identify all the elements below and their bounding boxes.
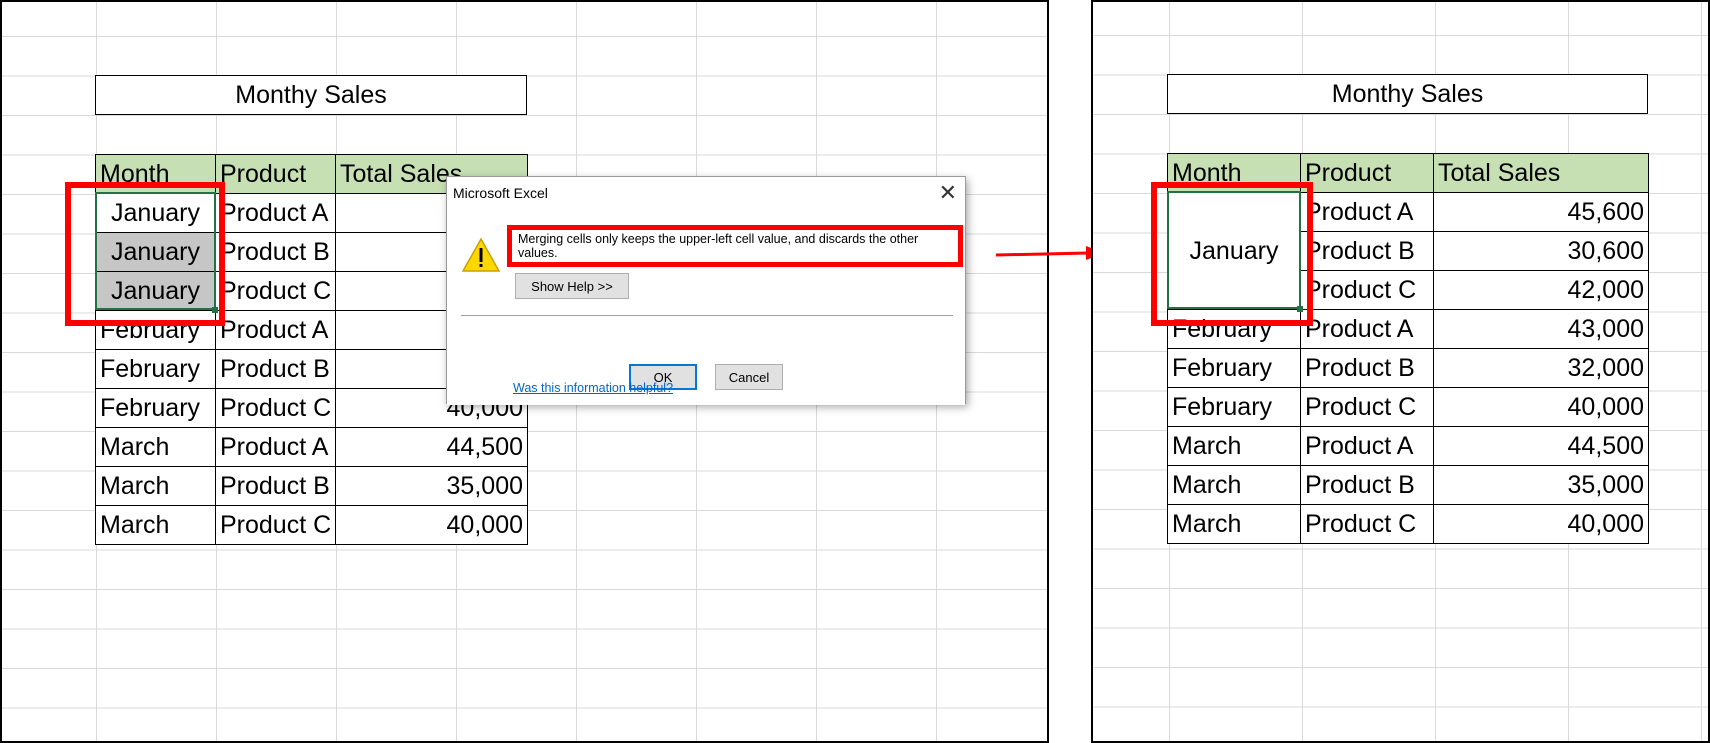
header-month[interactable]: Month <box>95 154 216 194</box>
cell-month[interactable]: February <box>1167 387 1301 427</box>
cell-product[interactable]: Product A <box>1300 309 1434 349</box>
cell-product[interactable]: Product B <box>1300 348 1434 388</box>
cell-product[interactable]: Product B <box>1300 465 1434 505</box>
cell-total-sales[interactable]: 44,500 <box>335 427 528 467</box>
cell-month[interactable]: March <box>95 427 216 467</box>
cell-product[interactable]: Product B <box>215 349 336 389</box>
cell-product[interactable]: Product C <box>1300 387 1434 427</box>
dialog-message: Merging cells only keeps the upper-left … <box>507 225 963 267</box>
cell-total-sales[interactable]: 40,000 <box>1433 504 1649 544</box>
cell-month[interactable]: January <box>95 271 216 311</box>
cell-product[interactable]: Product C <box>215 271 336 311</box>
fill-handle[interactable] <box>212 307 218 313</box>
arrow-right-icon <box>996 246 1104 260</box>
table-row: March Product A 44,500 <box>1167 426 1649 466</box>
header-product[interactable]: Product <box>215 154 336 194</box>
cell-month[interactable]: March <box>1167 426 1301 466</box>
cell-month[interactable]: February <box>95 310 216 350</box>
cell-product[interactable]: Product B <box>1300 231 1434 271</box>
cell-product[interactable]: Product A <box>215 193 336 233</box>
cell-product[interactable]: Product B <box>215 232 336 272</box>
cell-total-sales[interactable]: 32,000 <box>1433 348 1649 388</box>
cell-total-sales[interactable]: 45,600 <box>1433 192 1649 232</box>
cell-month[interactable]: March <box>1167 465 1301 505</box>
right-worksheet: Monthy Sales Month Product Total Sales J… <box>1091 0 1710 743</box>
header-total-sales[interactable]: Total Sales <box>1433 153 1649 193</box>
cell-product[interactable]: Product C <box>215 388 336 428</box>
cell-total-sales[interactable]: 40,000 <box>335 505 528 545</box>
merged-month-cell[interactable]: January <box>1167 192 1301 310</box>
help-feedback-link[interactable]: Was this information helpful? <box>513 381 673 395</box>
close-icon[interactable]: ✕ <box>939 182 957 204</box>
cell-total-sales[interactable]: 44,500 <box>1433 426 1649 466</box>
cell-month[interactable]: January <box>95 193 216 233</box>
cell-product[interactable]: Product A <box>215 310 336 350</box>
cell-month[interactable]: March <box>95 466 216 506</box>
dialog-title: Microsoft Excel <box>453 185 548 201</box>
cell-product[interactable]: Product A <box>1300 426 1434 466</box>
cell-total-sales[interactable]: 43,000 <box>1433 309 1649 349</box>
cell-total-sales[interactable]: 35,000 <box>1433 465 1649 505</box>
cell-month[interactable]: February <box>1167 309 1301 349</box>
warning-icon <box>461 237 501 272</box>
fill-handle[interactable] <box>1297 306 1303 312</box>
table-row: February Product B 32,000 <box>1167 348 1649 388</box>
cell-month[interactable]: March <box>1167 504 1301 544</box>
cell-product[interactable]: Product C <box>1300 270 1434 310</box>
cell-total-sales[interactable]: 30,600 <box>1433 231 1649 271</box>
cell-product[interactable]: Product A <box>1300 192 1434 232</box>
dialog-body: Merging cells only keeps the upper-left … <box>447 209 965 405</box>
table-row: January Product A 45,600 <box>1167 192 1649 310</box>
cell-product[interactable]: Product C <box>1300 504 1434 544</box>
cell-month[interactable]: February <box>1167 348 1301 388</box>
cancel-button[interactable]: Cancel <box>715 364 783 390</box>
cell-total-sales[interactable]: 40,000 <box>1433 387 1649 427</box>
table-row: March Product B 35,000 <box>95 466 528 506</box>
table-row: March Product C 40,000 <box>95 505 528 545</box>
show-help-button[interactable]: Show Help >> <box>515 273 629 299</box>
table-row: March Product C 40,000 <box>1167 504 1649 544</box>
dialog-titlebar: Microsoft Excel ✕ <box>447 177 965 209</box>
merge-warning-dialog: Microsoft Excel ✕ Merging cells only kee… <box>446 176 966 405</box>
sales-table: Month Product Total Sales January Produc… <box>1167 153 1649 544</box>
message-text: Merging cells only keeps the upper-left … <box>518 232 919 260</box>
sheet-title: Monthy Sales <box>1167 74 1648 114</box>
header-month[interactable]: Month <box>1167 153 1301 193</box>
cell-product[interactable]: Product B <box>215 466 336 506</box>
dialog-divider <box>461 315 953 316</box>
cell-product[interactable]: Product C <box>215 505 336 545</box>
cell-product[interactable]: Product A <box>215 427 336 467</box>
table-row: February Product C 40,000 <box>1167 387 1649 427</box>
sheet-title: Monthy Sales <box>95 75 527 115</box>
table-row: March Product A 44,500 <box>95 427 528 467</box>
cell-month[interactable]: February <box>95 349 216 389</box>
table-row: March Product B 35,000 <box>1167 465 1649 505</box>
table-row: February Product A 43,000 <box>1167 309 1649 349</box>
cell-month[interactable]: March <box>95 505 216 545</box>
cell-month[interactable]: February <box>95 388 216 428</box>
cell-month[interactable]: January <box>95 232 216 272</box>
header-product[interactable]: Product <box>1300 153 1434 193</box>
cell-total-sales[interactable]: 35,000 <box>335 466 528 506</box>
cell-total-sales[interactable]: 42,000 <box>1433 270 1649 310</box>
